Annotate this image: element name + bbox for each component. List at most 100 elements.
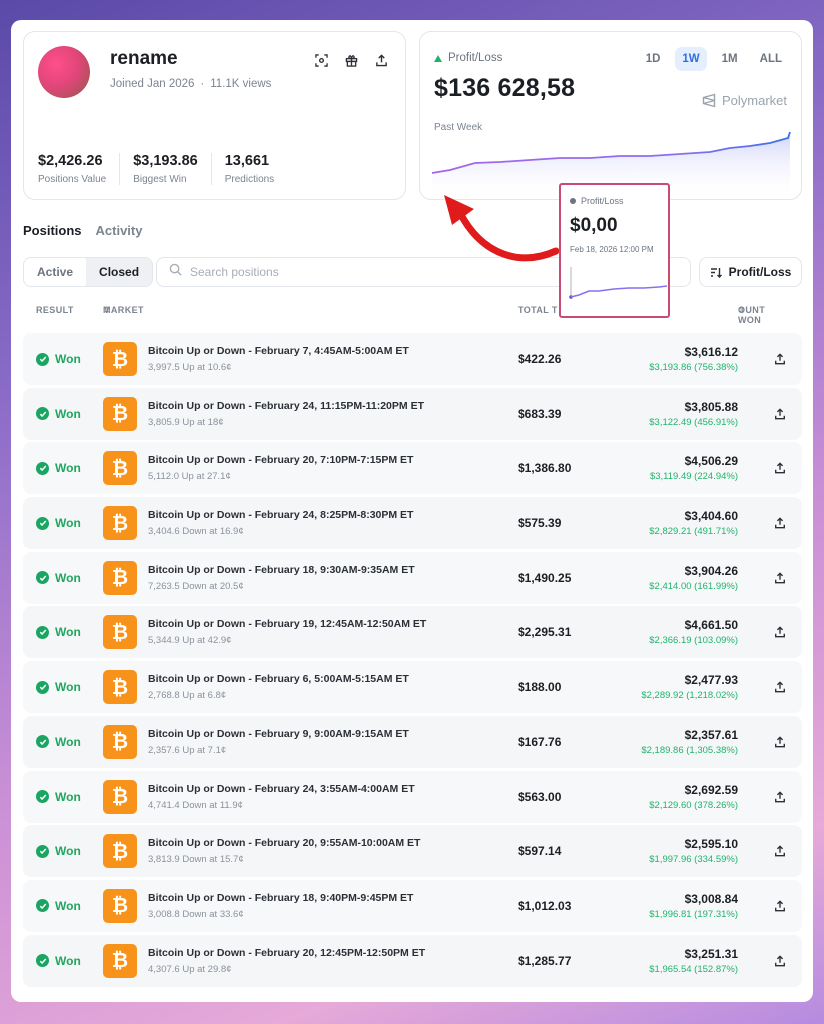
amount-won: $3,805.88 (684, 399, 738, 414)
check-circle-icon (36, 461, 49, 475)
tooltip-date: Feb 18, 2026 12:00 PM (570, 245, 654, 254)
result-label: Won (55, 406, 81, 421)
share-icon[interactable] (772, 789, 788, 805)
share-icon[interactable] (772, 351, 788, 367)
market-shares: 5,344.9 Up at 42.9¢ (148, 635, 232, 647)
check-circle-icon (36, 625, 49, 639)
share-icon[interactable] (772, 570, 788, 586)
share-icon[interactable] (772, 679, 788, 695)
total-traded: $1,285.77 (518, 953, 572, 968)
tooltip-label-row: Profit/Loss (570, 196, 624, 206)
range-1d[interactable]: 1D (639, 47, 668, 71)
market-title[interactable]: Bitcoin Up or Down - February 7, 4:45AM-… (148, 345, 409, 357)
pnl-label-row: Profit/Loss (434, 52, 502, 64)
result-cell: Won (36, 461, 81, 475)
tooltip-chart (569, 267, 668, 299)
table-row[interactable]: Won ₿ Bitcoin Up or Down - February 18, … (23, 551, 802, 604)
market-title[interactable]: Bitcoin Up or Down - February 20, 7:10PM… (148, 454, 413, 466)
bitcoin-icon: ₿ (103, 943, 137, 978)
result-cell: Won (36, 735, 81, 749)
market-shares: 2,357.6 Up at 7.1¢ (148, 744, 227, 756)
gift-icon[interactable] (343, 52, 359, 68)
market-title[interactable]: Bitcoin Up or Down - February 18, 9:30AM… (148, 564, 415, 576)
market-shares: 3,813.9 Down at 15.7¢ (148, 854, 244, 866)
table-row[interactable]: Won ₿ Bitcoin Up or Down - February 20, … (23, 934, 802, 987)
market-shares: 2,768.8 Up at 6.8¢ (148, 690, 227, 702)
market-title[interactable]: Bitcoin Up or Down - February 9, 9:00AM-… (148, 728, 409, 740)
table-row[interactable]: Won ₿ Bitcoin Up or Down - February 20, … (23, 825, 802, 878)
amount-won: $2,692.59 (684, 782, 738, 797)
share-icon[interactable] (772, 460, 788, 476)
share-icon[interactable] (772, 898, 788, 914)
stat-label: Predictions (224, 174, 275, 185)
total-traded: $188.00 (518, 680, 562, 695)
search-icon (169, 263, 182, 281)
table-row[interactable]: Won ₿ Bitcoin Up or Down - February 19, … (23, 606, 802, 659)
scan-icon[interactable] (313, 52, 329, 68)
share-icon[interactable] (772, 734, 788, 750)
bitcoin-icon: ₿ (103, 506, 137, 541)
arrow-shaft (456, 209, 560, 262)
up-triangle-icon (434, 54, 442, 62)
market-title[interactable]: Bitcoin Up or Down - February 24, 11:15P… (148, 400, 424, 412)
market-title[interactable]: Bitcoin Up or Down - February 18, 9:40PM… (148, 892, 413, 904)
bitcoin-icon: ₿ (103, 834, 137, 869)
table-row[interactable]: Won ₿ Bitcoin Up or Down - February 7, 4… (23, 333, 802, 385)
check-circle-icon (36, 735, 49, 749)
market-shares: 3,404.6 Down at 16.9¢ (148, 526, 244, 538)
amount-won: $3,251.31 (684, 946, 738, 961)
range-all[interactable]: ALL (753, 47, 789, 71)
sort-button[interactable]: Profit/Loss (699, 257, 802, 287)
amount-won: $2,357.61 (684, 727, 738, 742)
closed-filter-button[interactable]: Closed (86, 258, 153, 286)
avatar[interactable] (38, 46, 90, 98)
table-row[interactable]: Won ₿ Bitcoin Up or Down - February 24, … (23, 387, 802, 440)
market-title[interactable]: Bitcoin Up or Down - February 6, 5:00AM-… (148, 673, 409, 685)
header-total[interactable]: TOTAL T (518, 305, 558, 315)
tooltip-label: Profit/Loss (581, 196, 624, 206)
result-label: Won (55, 461, 81, 476)
share-icon[interactable] (772, 515, 788, 531)
table-row[interactable]: Won ₿ Bitcoin Up or Down - February 6, 5… (23, 661, 802, 714)
table-row[interactable]: Won ₿ Bitcoin Up or Down - February 18, … (23, 879, 802, 932)
arrow-head (444, 195, 474, 225)
bitcoin-icon: ₿ (103, 724, 137, 759)
bitcoin-icon: ₿ (103, 451, 137, 486)
result-label: Won (55, 352, 81, 366)
result-cell: Won (36, 571, 81, 585)
table-row[interactable]: Won ₿ Bitcoin Up or Down - February 20, … (23, 442, 802, 495)
header-result[interactable]: RESULT (36, 305, 74, 315)
market-title[interactable]: Bitcoin Up or Down - February 20, 12:45P… (148, 947, 425, 959)
check-circle-icon (36, 790, 49, 803)
table-row[interactable]: Won ₿ Bitcoin Up or Down - February 9, 9… (23, 715, 802, 768)
tab-activity[interactable]: Activity (96, 223, 143, 238)
amount-won: $3,616.12 (684, 345, 738, 359)
active-filter-button[interactable]: Active (24, 258, 86, 286)
table-row[interactable]: Won ₿ Bitcoin Up or Down - February 24, … (23, 497, 802, 550)
result-cell: Won (36, 899, 81, 913)
stat-label: Biggest Win (133, 174, 187, 185)
share-icon[interactable] (772, 953, 788, 969)
table-row[interactable]: Won ₿ Bitcoin Up or Down - February 24, … (23, 770, 802, 823)
amount-won: $4,506.29 (684, 454, 738, 469)
tab-positions[interactable]: Positions (23, 223, 82, 238)
stat-value: 13,661 (224, 153, 270, 169)
market-title[interactable]: Bitcoin Up or Down - February 19, 12:45A… (148, 618, 426, 630)
main-tabs: Positions Activity (23, 223, 142, 238)
range-1m[interactable]: 1M (715, 47, 745, 71)
tooltip-line (570, 285, 668, 298)
gain-value: $2,289.92 (1,218.02%) (641, 690, 738, 702)
share-icon[interactable] (772, 624, 788, 640)
share-icon[interactable] (772, 406, 788, 422)
share-icon[interactable] (373, 52, 389, 68)
range-1w[interactable]: 1W (675, 47, 707, 71)
total-traded: $597.14 (518, 844, 562, 859)
share-icon[interactable] (772, 843, 788, 859)
market-title[interactable]: Bitcoin Up or Down - February 20, 9:55AM… (148, 837, 420, 849)
market-title[interactable]: Bitcoin Up or Down - February 24, 8:25PM… (148, 509, 413, 521)
gain-value: $1,996.81 (197.31%) (649, 908, 738, 920)
market-title[interactable]: Bitcoin Up or Down - February 24, 3:55AM… (148, 783, 415, 795)
result-cell: Won (36, 407, 81, 421)
total-traded: $683.39 (518, 406, 562, 421)
check-circle-icon (36, 516, 49, 530)
